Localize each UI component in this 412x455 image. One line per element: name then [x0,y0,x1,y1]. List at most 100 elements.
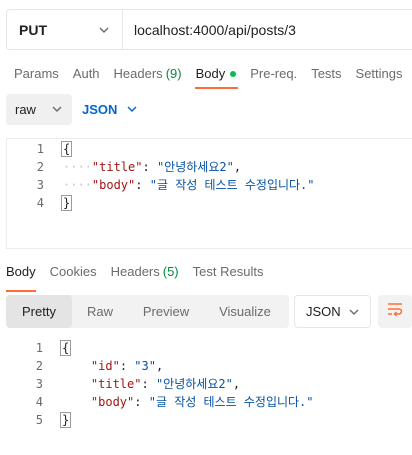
response-tab-cookies[interactable]: Cookies [43,264,104,286]
body-mode-select[interactable]: raw [6,93,72,125]
tab-label: Headers [110,264,160,279]
response-body-viewer[interactable]: 1 { 2 "id": "3", 3 "title": "안녕하세요2", 4 … [6,339,412,429]
response-tab-headers[interactable]: Headers (5) [104,264,186,286]
view-visualize-button[interactable]: Visualize [204,295,286,328]
line-number: 4 [35,395,43,409]
tab-pre-request[interactable]: Pre-req. [243,60,304,90]
body-status-dot [230,71,237,77]
indent-guide: ···· [63,160,92,174]
response-format-label: JSON [306,304,341,319]
view-raw-button[interactable]: Raw [72,295,128,328]
code-text: "title": "안녕하세요2", [62,375,240,393]
response-format-select[interactable]: JSON [294,295,371,328]
indent-guide: ···· [63,178,92,192]
response-tab-body[interactable]: Body [0,264,43,292]
tab-tests[interactable]: Tests [304,60,348,90]
response-view-switcher: Pretty Raw Preview Visualize [6,295,289,328]
headers-count: (5) [162,264,179,279]
tab-label: Cookies [49,264,97,279]
body-format-label: JSON [82,101,118,117]
close-brace: } [61,195,73,211]
json-separator: : [142,160,157,174]
code-line: 2 "id": "3", [6,357,412,375]
code-line: 3 "title": "안녕하세요2", [6,375,412,393]
line-number: 2 [36,160,44,174]
wrap-lines-button[interactable] [378,295,412,328]
line-number: 4 [36,196,44,210]
view-preview-button[interactable]: Preview [128,295,204,328]
line-number: 1 [35,341,43,355]
code-text: "body": "글 작성 테스트 수정입니다." [62,393,314,411]
tab-label: Pre-req. [250,66,298,81]
chevron-down-icon [126,103,138,115]
json-value: "글 작성 테스트 수정입니다." [149,178,315,192]
json-separator: : [134,395,149,409]
json-comma: , [232,377,241,391]
tab-params[interactable]: Params [0,60,66,90]
tab-label: Tests [311,66,342,81]
code-line: 1 { [6,339,412,357]
json-comma: , [233,160,242,174]
json-value: "글 작성 테스트 수정입니다." [148,395,314,409]
code-line: 2 ····"title": "안녕하세요2", [7,158,412,176]
method-label: PUT [19,21,47,38]
code-text: { [61,140,73,158]
open-brace: { [61,141,73,157]
chevron-down-icon [51,103,63,115]
tab-label: Headers [113,66,163,81]
code-line: 4 "body": "글 작성 테스트 수정입니다." [6,393,412,411]
response-tabs: Body Cookies Headers (5) Test Results [0,264,271,292]
close-brace: } [60,412,72,428]
request-url-bar: PUT [6,9,412,50]
response-tab-test-results[interactable]: Test Results [186,264,271,286]
code-line: 1 { [7,140,412,158]
json-value: "안녕하세요2" [156,160,234,174]
json-key: "id" [90,359,120,373]
code-text: ····"body": "글 작성 테스트 수정입니다." [63,176,315,194]
tab-label: Body [6,264,36,279]
tab-label: Params [14,66,59,81]
code-text: } [60,411,72,429]
json-separator: : [141,377,156,391]
body-format-select[interactable]: JSON [82,102,138,117]
open-brace: { [60,340,72,356]
body-mode-label: raw [15,101,36,117]
json-key: "title" [91,160,143,174]
wrap-lines-icon [386,301,404,322]
json-key: "title" [90,377,142,391]
json-separator: : [135,178,150,192]
tab-label: Settings [355,66,403,81]
code-text: { [60,339,72,357]
tab-label: Auth [72,66,100,81]
tab-headers[interactable]: Headers (9) [107,60,189,90]
line-number: 2 [35,359,43,373]
body-mode-row: raw JSON [6,93,138,125]
view-pretty-button[interactable]: Pretty [6,295,72,328]
json-key: "body" [91,178,136,192]
headers-count: (9) [165,66,182,81]
line-number: 3 [35,377,43,391]
chevron-down-icon [348,306,360,318]
response-toolbar: Pretty Raw Preview Visualize JSON [6,295,412,328]
code-line: 5 } [6,411,412,429]
tab-auth[interactable]: Auth [66,60,107,90]
tab-body[interactable]: Body [189,60,244,90]
json-comma: , [155,359,164,373]
json-key: "body" [90,395,135,409]
line-number: 1 [36,142,44,156]
request-tabs: Params Auth Headers (9) Body Pre-req. Tes… [0,60,412,90]
url-input[interactable] [123,10,412,49]
request-body-editor[interactable]: 1 { 2 ····"title": "안녕하세요2", 3 ····"body… [6,138,412,249]
tab-settings[interactable]: Settings [349,60,410,90]
method-select[interactable]: PUT [7,10,123,49]
code-line: 3 ····"body": "글 작성 테스트 수정입니다." [7,176,412,194]
tab-label: Body [195,66,226,81]
json-value: "안녕하세요2" [155,377,233,391]
code-text: ····"title": "안녕하세요2", [63,158,241,176]
code-text: "id": "3", [62,357,163,375]
json-value: "3" [134,359,156,373]
tab-label: Test Results [192,264,264,279]
